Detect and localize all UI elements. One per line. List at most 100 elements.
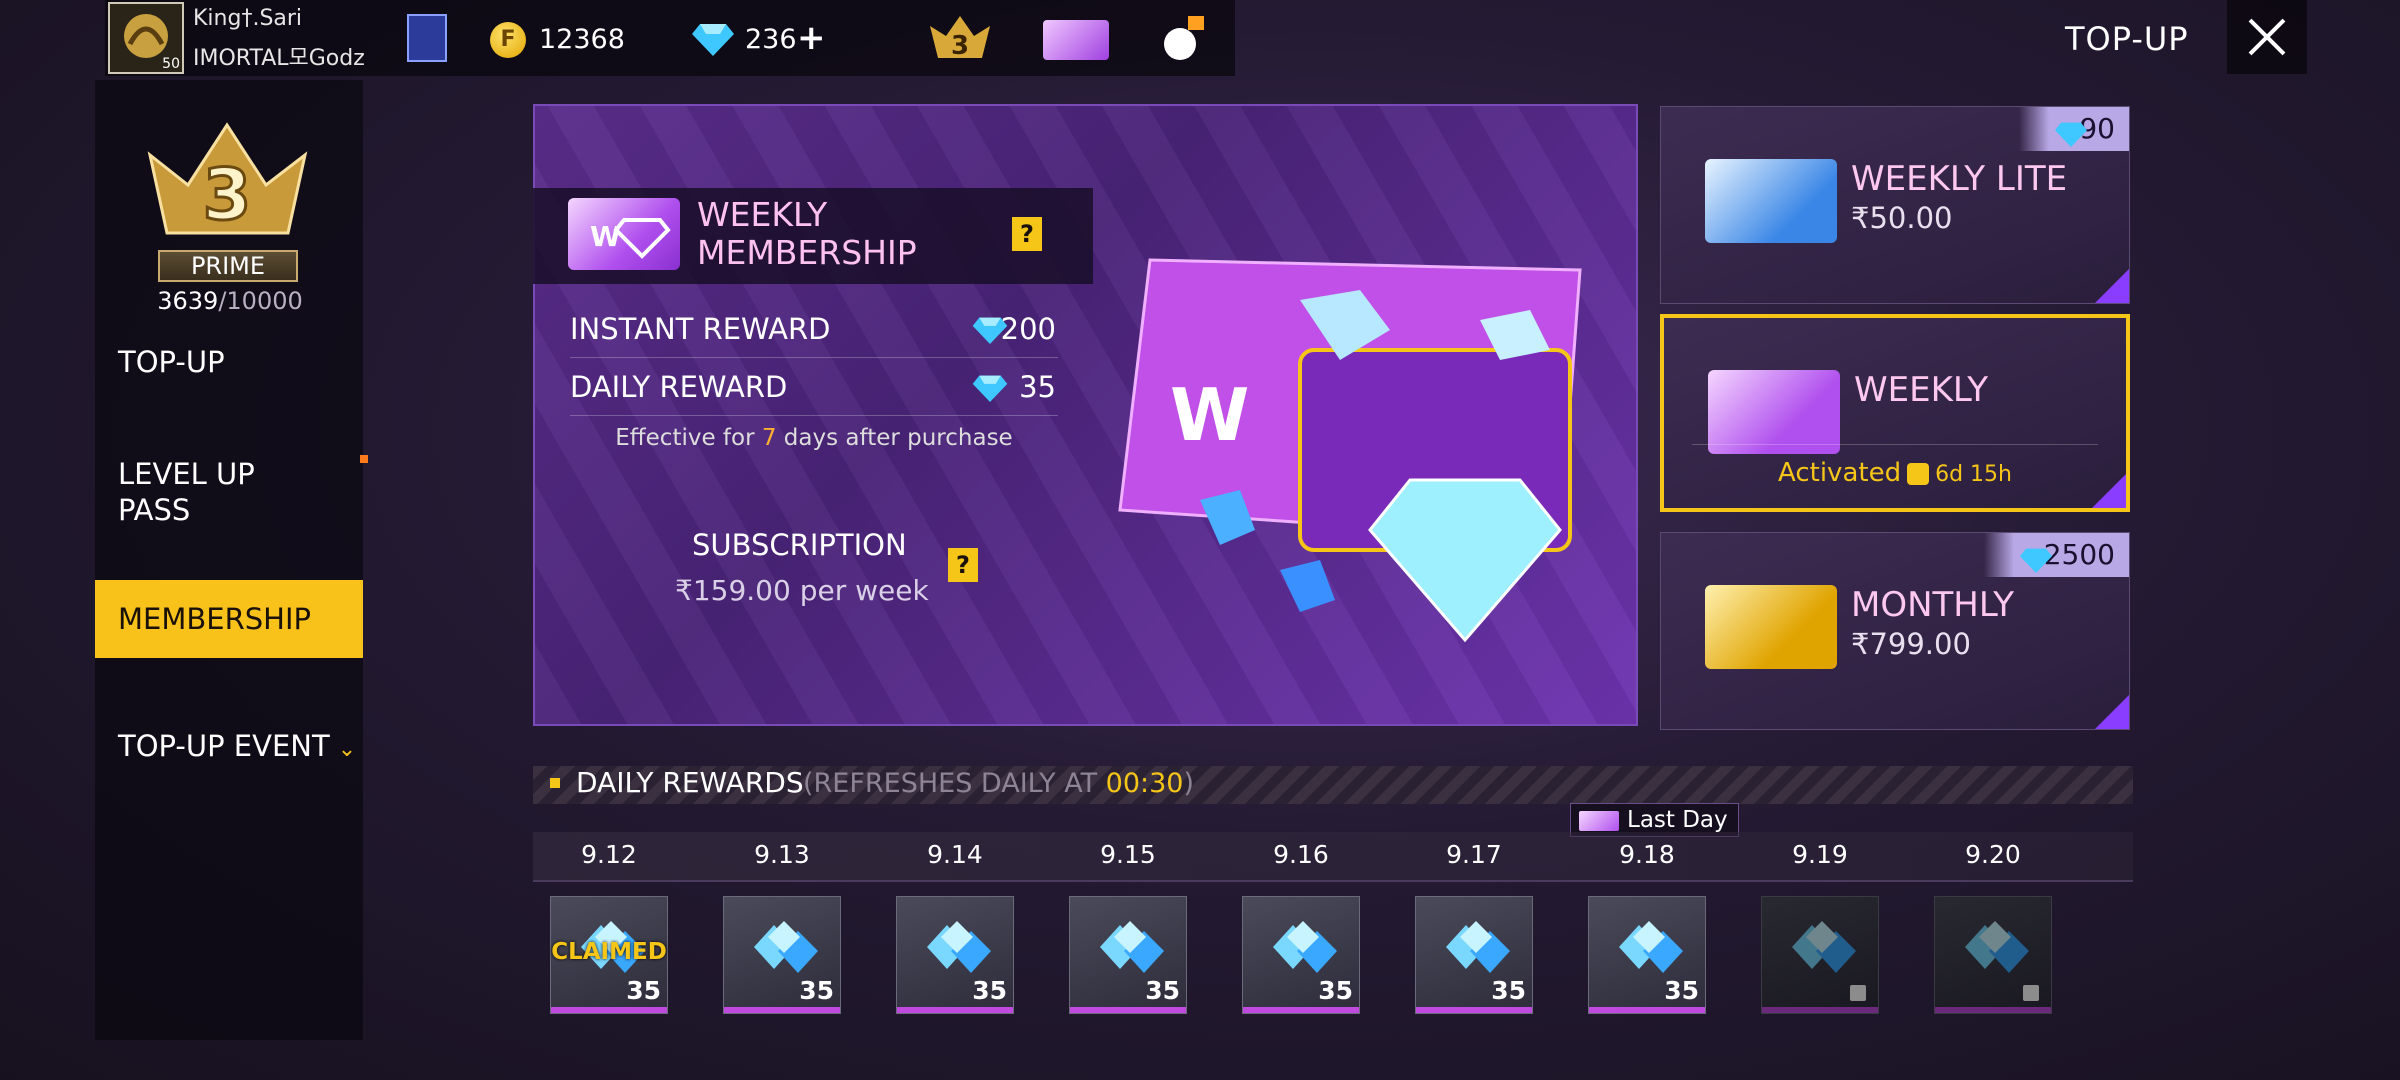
plan-diamond-tag: 2500 [1983, 533, 2129, 577]
reward-count: 35 [1491, 976, 1526, 1005]
daily-reward-item[interactable]: CLAIMED 35 [550, 896, 668, 1014]
refresh-pre: (REFRESHES DAILY AT [803, 768, 1106, 799]
reward-date: 9.17 [1446, 840, 1502, 869]
reward-count: 35 [799, 976, 834, 1005]
daily-reward-item[interactable]: 35 [1415, 896, 1533, 1014]
prime-progress: 3639/10000 [150, 287, 310, 315]
plan-diamond-amount: 2500 [2043, 538, 2115, 571]
svg-text:W: W [590, 220, 621, 253]
page-title: TOP-UP [2065, 20, 2189, 58]
daily-reward-row: DAILY REWARD 35 [570, 360, 1058, 416]
subscription-help-button[interactable]: ? [948, 548, 978, 582]
weekly-mini-icon [1579, 811, 1619, 831]
close-button[interactable] [2227, 0, 2307, 74]
prime-rank-crown-icon: 3 [140, 115, 315, 245]
plan-time-left: 6d 15h [1935, 462, 2012, 487]
sidebar-item-topup-event[interactable]: TOP-UP EVENT ⌄ [95, 728, 363, 768]
weekly-lite-badge-icon [1705, 159, 1837, 243]
daily-refresh-note: (REFRESHES DAILY AT 00:30) [803, 768, 1194, 799]
reward-date: 9.12 [581, 840, 637, 869]
player-guild-name: IMORTAL모Godz [193, 46, 365, 71]
refresh-time: 00:30 [1105, 768, 1184, 799]
reward-progress-bar [1070, 1007, 1186, 1013]
chevron-down-icon: ⌄ [337, 737, 357, 762]
refresh-post: ) [1183, 768, 1195, 799]
subscription-label: SUBSCRIPTION [692, 528, 907, 562]
daily-reward-item[interactable] [1934, 896, 2052, 1014]
membership-help-button[interactable]: ? [1012, 217, 1042, 251]
plan-diamond-tag: 90 [2019, 107, 2129, 151]
reward-count: 35 [972, 976, 1007, 1005]
daily-reward-item[interactable]: 35 [1588, 896, 1706, 1014]
reward-date: 9.16 [1273, 840, 1329, 869]
weekly-membership-icon[interactable] [1043, 20, 1109, 60]
guild-badge-icon[interactable] [407, 14, 447, 62]
reward-count: 35 [1664, 976, 1699, 1005]
prime-rank-label: PRIME [158, 250, 298, 282]
svg-text:3: 3 [951, 31, 969, 61]
sidebar-item-label: TOP-UP [118, 345, 225, 379]
reward-count: 35 [1318, 976, 1353, 1005]
daily-reward-value: 35 [1019, 370, 1056, 404]
plan-name: WEEKLY LITE [1851, 159, 2068, 199]
reward-progress-bar [724, 1007, 840, 1013]
sidebar-item-level-up-pass[interactable]: LEVEL UP PASS [95, 456, 363, 528]
diamond-icon [692, 22, 734, 60]
diamond-pile-icon [1100, 921, 1164, 973]
reward-count: 35 [626, 976, 661, 1005]
daily-reward-item[interactable]: 35 [896, 896, 1014, 1014]
plan-status-text: Activated [1778, 458, 1902, 488]
effective-text-post: days after purchase [776, 425, 1013, 451]
gift-cloud-icon[interactable] [1158, 14, 1208, 64]
plan-status: Activated 6d 15h [1664, 458, 2126, 488]
daily-rewards-title: DAILY REWARDS [576, 766, 804, 799]
effective-text-pre: Effective for [615, 425, 762, 451]
reward-progress-bar [1762, 1007, 1878, 1013]
daily-reward-item[interactable]: 35 [723, 896, 841, 1014]
plan-name: MONTHLY [1851, 585, 2015, 625]
plan-card-weekly[interactable]: WEEKLY Activated 6d 15h [1660, 314, 2130, 512]
lock-icon [2023, 985, 2039, 1001]
reward-date: 9.18 [1619, 840, 1675, 869]
monthly-badge-icon [1705, 585, 1837, 669]
lock-icon [1850, 985, 1866, 1001]
sidebar-item-membership[interactable]: MEMBERSHIP [95, 580, 363, 658]
prime-progress-max: /10000 [218, 287, 303, 315]
reward-progress-bar [551, 1007, 667, 1013]
diamond-pile-icon [1273, 921, 1337, 973]
daily-reward-item[interactable]: 35 [1069, 896, 1187, 1014]
reward-progress-bar [1589, 1007, 1705, 1013]
prime-progress-current: 3639 [157, 287, 219, 315]
subscription-price: ₹159.00 per week [675, 574, 929, 607]
sidebar-item-label: MEMBERSHIP [118, 602, 311, 636]
notification-dot [360, 455, 368, 463]
rank-icon[interactable]: 3 [926, 12, 994, 64]
instant-reward-label: INSTANT REWARD [570, 312, 831, 346]
claimed-label: CLAIMED [551, 939, 667, 965]
diamond-pile-icon [1619, 921, 1683, 973]
plan-price: ₹50.00 [1851, 201, 1953, 235]
daily-reward-item[interactable] [1761, 896, 1879, 1014]
diamond-pile-icon [1965, 921, 2029, 973]
sidebar-item-label: TOP-UP EVENT [118, 729, 330, 763]
reward-progress-bar [1935, 1007, 2051, 1013]
daily-reward-item[interactable]: 35 [1242, 896, 1360, 1014]
gold-amount: 12368 [539, 24, 625, 55]
membership-title: WEEKLY MEMBERSHIP [697, 195, 917, 272]
add-diamonds-button[interactable]: + [797, 18, 826, 58]
clock-icon [1907, 462, 1930, 485]
reward-date: 9.20 [1965, 840, 2021, 869]
daily-reward-label: DAILY REWARD [570, 370, 788, 404]
sidebar-item-topup[interactable]: TOP-UP [95, 344, 363, 380]
gold-coin-icon: F [490, 22, 526, 58]
plan-card-weekly-lite[interactable]: 90 WEEKLY LITE ₹50.00 [1660, 106, 2130, 304]
plan-card-monthly[interactable]: 2500 MONTHLY ₹799.00 [1660, 532, 2130, 730]
reward-count: 35 [1145, 976, 1180, 1005]
diamond-pile-icon [754, 921, 818, 973]
player-avatar[interactable]: 50 [108, 2, 184, 74]
diamond-icon [2055, 116, 2088, 160]
divider [1692, 444, 2098, 445]
diamond-chest-illustration: W [1060, 240, 1640, 700]
section-bullet [550, 778, 560, 788]
svg-text:3: 3 [203, 154, 252, 236]
